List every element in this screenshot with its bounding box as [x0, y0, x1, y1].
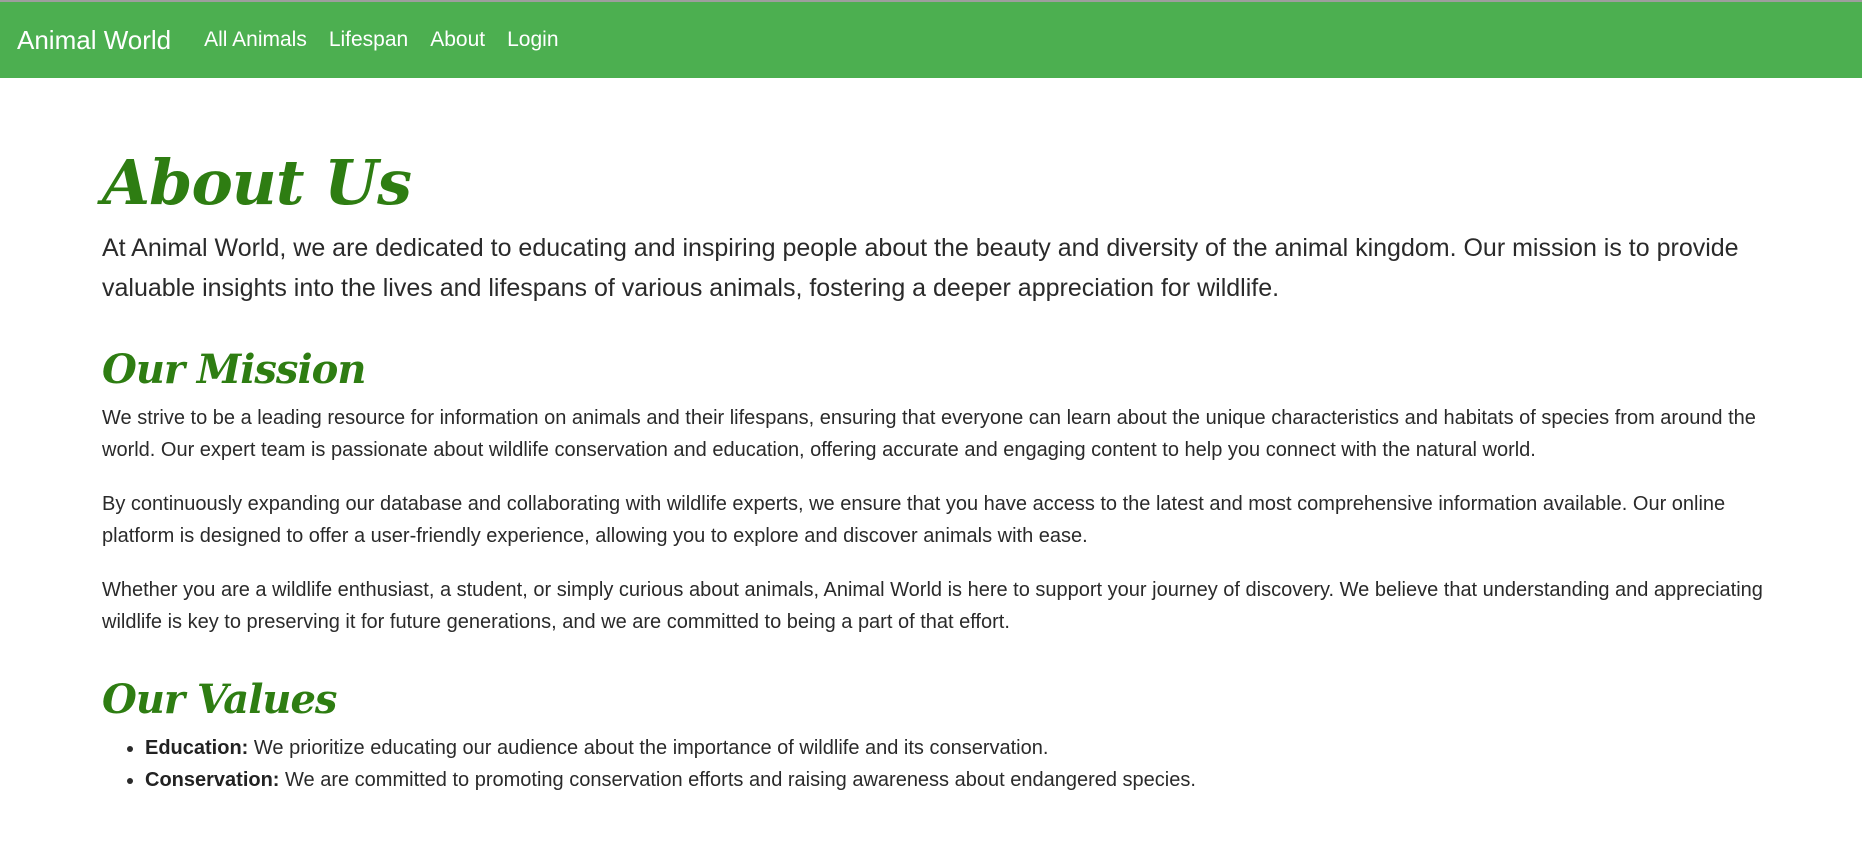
value-text: We prioritize educating our audience abo… [248, 737, 1049, 759]
list-item: Conservation: We are committed to promot… [145, 764, 1802, 796]
nav-link-about[interactable]: About [430, 28, 485, 52]
main-content: About Us At Animal World, we are dedicat… [102, 78, 1802, 796]
values-list: Education: We prioritize educating our a… [102, 732, 1802, 796]
value-label: Education: [145, 737, 249, 759]
values-section: Our Values Education: We prioritize educ… [102, 676, 1802, 796]
list-item: Education: We prioritize educating our a… [145, 732, 1802, 764]
value-text: We are committed to promoting conservati… [279, 769, 1196, 791]
nav-link-lifespan[interactable]: Lifespan [329, 28, 408, 52]
top-navbar: Animal World All Animals Lifespan About … [0, 0, 1862, 78]
mission-paragraph: By continuously expanding our database a… [102, 493, 1726, 547]
mission-paragraph: We strive to be a leading resource for i… [102, 407, 1756, 461]
brand-link[interactable]: Animal World [17, 25, 171, 56]
mission-section: Our Mission We strive to be a leading re… [102, 346, 1802, 638]
nav-link-all-animals[interactable]: All Animals [204, 28, 307, 52]
intro-paragraph: At Animal World, we are dedicated to edu… [102, 234, 1739, 302]
nav-link-login[interactable]: Login [507, 28, 558, 52]
value-label: Conservation: [145, 769, 280, 791]
page-title: About Us [102, 146, 412, 219]
mission-paragraph: Whether you are a wildlife enthusiast, a… [102, 579, 1763, 633]
values-heading: Our Values [102, 676, 337, 723]
mission-heading: Our Mission [102, 346, 366, 393]
